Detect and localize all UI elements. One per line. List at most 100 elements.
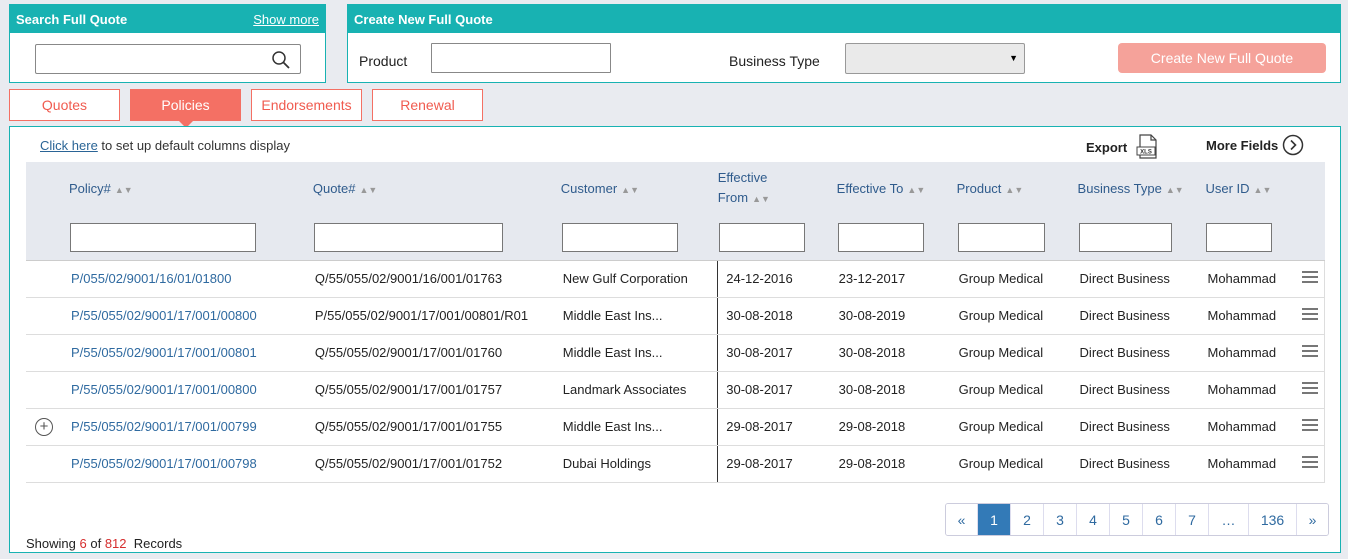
xls-file-icon[interactable]: XLS — [1135, 134, 1161, 160]
user-id-cell: Mohammad — [1205, 334, 1302, 372]
search-panel-title: Search Full Quote — [16, 11, 128, 27]
header-product[interactable]: Product ▲▼ — [956, 162, 1078, 215]
search-icon[interactable] — [271, 50, 291, 70]
sort-icon[interactable]: ▲▼ — [360, 185, 378, 195]
user-id-cell: Mohammad — [1205, 371, 1302, 409]
sort-icon[interactable]: ▲▼ — [1254, 185, 1272, 195]
filter-policy-input[interactable] — [69, 222, 256, 252]
user-id-cell: Mohammad — [1205, 297, 1302, 335]
showing-label: Showing — [26, 536, 76, 551]
row-menu-icon[interactable] — [1302, 268, 1319, 286]
business-type-cell: Direct Business — [1077, 297, 1206, 335]
export-button[interactable]: Export XLS — [1086, 134, 1161, 160]
product-cell: Group Medical — [956, 371, 1078, 409]
effective-to-cell: 29-08-2018 — [836, 408, 957, 446]
pager-page[interactable]: 1 — [978, 504, 1011, 535]
pager-page[interactable]: 2 — [1011, 504, 1044, 535]
sort-icon[interactable]: ▲▼ — [752, 194, 770, 204]
header-effective-to[interactable]: Effective To ▲▼ — [836, 162, 957, 215]
table-row[interactable]: P/055/02/9001/16/01/01800 Q/55/055/02/900… — [26, 260, 1326, 298]
pagination: «1 2 3 4 5 6 7… 136» — [945, 503, 1329, 536]
sort-icon[interactable]: ▲▼ — [1166, 185, 1184, 195]
tab-policies[interactable]: Policies — [130, 89, 241, 128]
user-id-cell: Mohammad — [1205, 445, 1302, 483]
row-menu-icon[interactable] — [1302, 416, 1319, 434]
effective-from-cell: 24-12-2016 — [717, 260, 837, 298]
row-menu-icon[interactable] — [1302, 305, 1319, 323]
quote-cell: Q/55/055/02/9001/17/001/01757 — [312, 371, 561, 409]
policy-cell[interactable]: P/55/055/02/9001/17/001/00801 — [68, 334, 313, 372]
create-new-full-quote-button[interactable]: Create New Full Quote — [1118, 43, 1326, 73]
pager-page[interactable]: 3 — [1044, 504, 1077, 535]
policy-cell[interactable]: P/55/055/02/9001/17/001/00799 — [68, 408, 313, 446]
filter-customer-input[interactable] — [561, 222, 678, 252]
header-policy[interactable]: Policy# ▲▼ — [68, 162, 313, 215]
business-type-cell: Direct Business — [1077, 334, 1206, 372]
tab-renewal[interactable]: Renewal — [372, 89, 483, 121]
tab-endorsements[interactable]: Endorsements — [251, 89, 362, 121]
row-actions-cell — [1301, 371, 1326, 409]
row-actions-cell — [1301, 334, 1326, 372]
header-effective-from[interactable]: Effective From ▲▼ — [717, 162, 837, 215]
sort-icon[interactable]: ▲▼ — [115, 185, 133, 195]
filter-effective-to-input[interactable] — [837, 222, 924, 252]
pager-page[interactable]: 6 — [1143, 504, 1176, 535]
row-menu-icon[interactable] — [1302, 379, 1319, 397]
product-cell: Group Medical — [956, 334, 1078, 372]
product-field[interactable] — [431, 43, 611, 73]
table-row[interactable]: P/55/055/02/9001/17/001/00801 Q/55/055/02… — [26, 334, 1326, 372]
table-row[interactable]: + P/55/055/02/9001/17/001/00799 Q/55/055/0… — [26, 408, 1326, 446]
click-here-link[interactable]: Click here — [40, 138, 98, 153]
filter-product-input[interactable] — [957, 222, 1045, 252]
row-menu-icon[interactable] — [1302, 342, 1319, 360]
pager-page[interactable]: 4 — [1077, 504, 1110, 535]
header-quote[interactable]: Quote# ▲▼ — [312, 162, 561, 215]
pager-page[interactable]: 5 — [1110, 504, 1143, 535]
effective-to-cell: 30-08-2018 — [836, 371, 957, 409]
chevron-right-circle-icon[interactable] — [1282, 134, 1304, 156]
row-menu-icon[interactable] — [1302, 453, 1319, 471]
policy-cell[interactable]: P/55/055/02/9001/17/001/00800 — [68, 371, 313, 409]
more-fields-button[interactable]: More Fields — [1206, 134, 1304, 156]
policy-cell[interactable]: P/55/055/02/9001/17/001/00798 — [68, 445, 313, 483]
header-business-type[interactable]: Business Type ▲▼ — [1077, 162, 1206, 215]
dropdown-caret-icon: ▼ — [1009, 53, 1018, 63]
sort-icon[interactable]: ▲▼ — [1005, 185, 1023, 195]
pager-prev[interactable]: « — [946, 504, 978, 535]
filter-effective-from-input[interactable] — [718, 222, 805, 252]
filter-user-id-input[interactable] — [1206, 222, 1273, 252]
total-count: 812 — [104, 536, 127, 551]
filter-quote-input[interactable] — [313, 222, 503, 252]
product-cell: Group Medical — [956, 445, 1078, 483]
table-row[interactable]: P/55/055/02/9001/17/001/00800 Q/55/055/02… — [26, 371, 1326, 409]
shown-count: 6 — [79, 536, 87, 551]
of-label: of — [90, 536, 102, 551]
row-actions-cell — [1301, 445, 1326, 483]
expand-cell — [26, 260, 69, 298]
expand-plus-icon[interactable]: + — [35, 417, 53, 436]
search-panel-header: Search Full Quote Show more — [10, 5, 325, 33]
tab-quotes[interactable]: Quotes — [9, 89, 120, 121]
policy-cell[interactable]: P/055/02/9001/16/01/01800 — [68, 260, 313, 298]
xls-icon-text: XLS — [1140, 150, 1152, 156]
pager-page: … — [1209, 504, 1249, 535]
pager-page[interactable]: 7 — [1176, 504, 1209, 535]
row-actions-cell — [1301, 297, 1326, 335]
table-row[interactable]: P/55/055/02/9001/17/001/00800 P/55/055/02… — [26, 297, 1326, 335]
pager-next[interactable]: » — [1297, 504, 1328, 535]
filter-business-type-input[interactable] — [1078, 222, 1172, 252]
user-id-cell: Mohammad — [1205, 408, 1302, 446]
pager-page[interactable]: 136 — [1249, 504, 1297, 535]
column-setup-line: Click here to set up default columns dis… — [40, 138, 290, 153]
policy-cell[interactable]: P/55/055/02/9001/17/001/00800 — [68, 297, 313, 335]
business-type-select[interactable]: ▼ — [845, 43, 1025, 74]
sort-icon[interactable]: ▲▼ — [907, 185, 925, 195]
sort-icon[interactable]: ▲▼ — [621, 185, 639, 195]
row-actions-cell — [1301, 260, 1326, 298]
header-user-id[interactable]: User ID ▲▼ — [1205, 162, 1302, 215]
show-more-link[interactable]: Show more — [253, 12, 319, 27]
header-customer[interactable]: Customer ▲▼ — [560, 162, 718, 215]
customer-cell: Middle East Ins... — [560, 334, 718, 372]
search-input[interactable] — [35, 44, 301, 74]
table-row[interactable]: P/55/055/02/9001/17/001/00798 Q/55/055/02… — [26, 445, 1326, 483]
